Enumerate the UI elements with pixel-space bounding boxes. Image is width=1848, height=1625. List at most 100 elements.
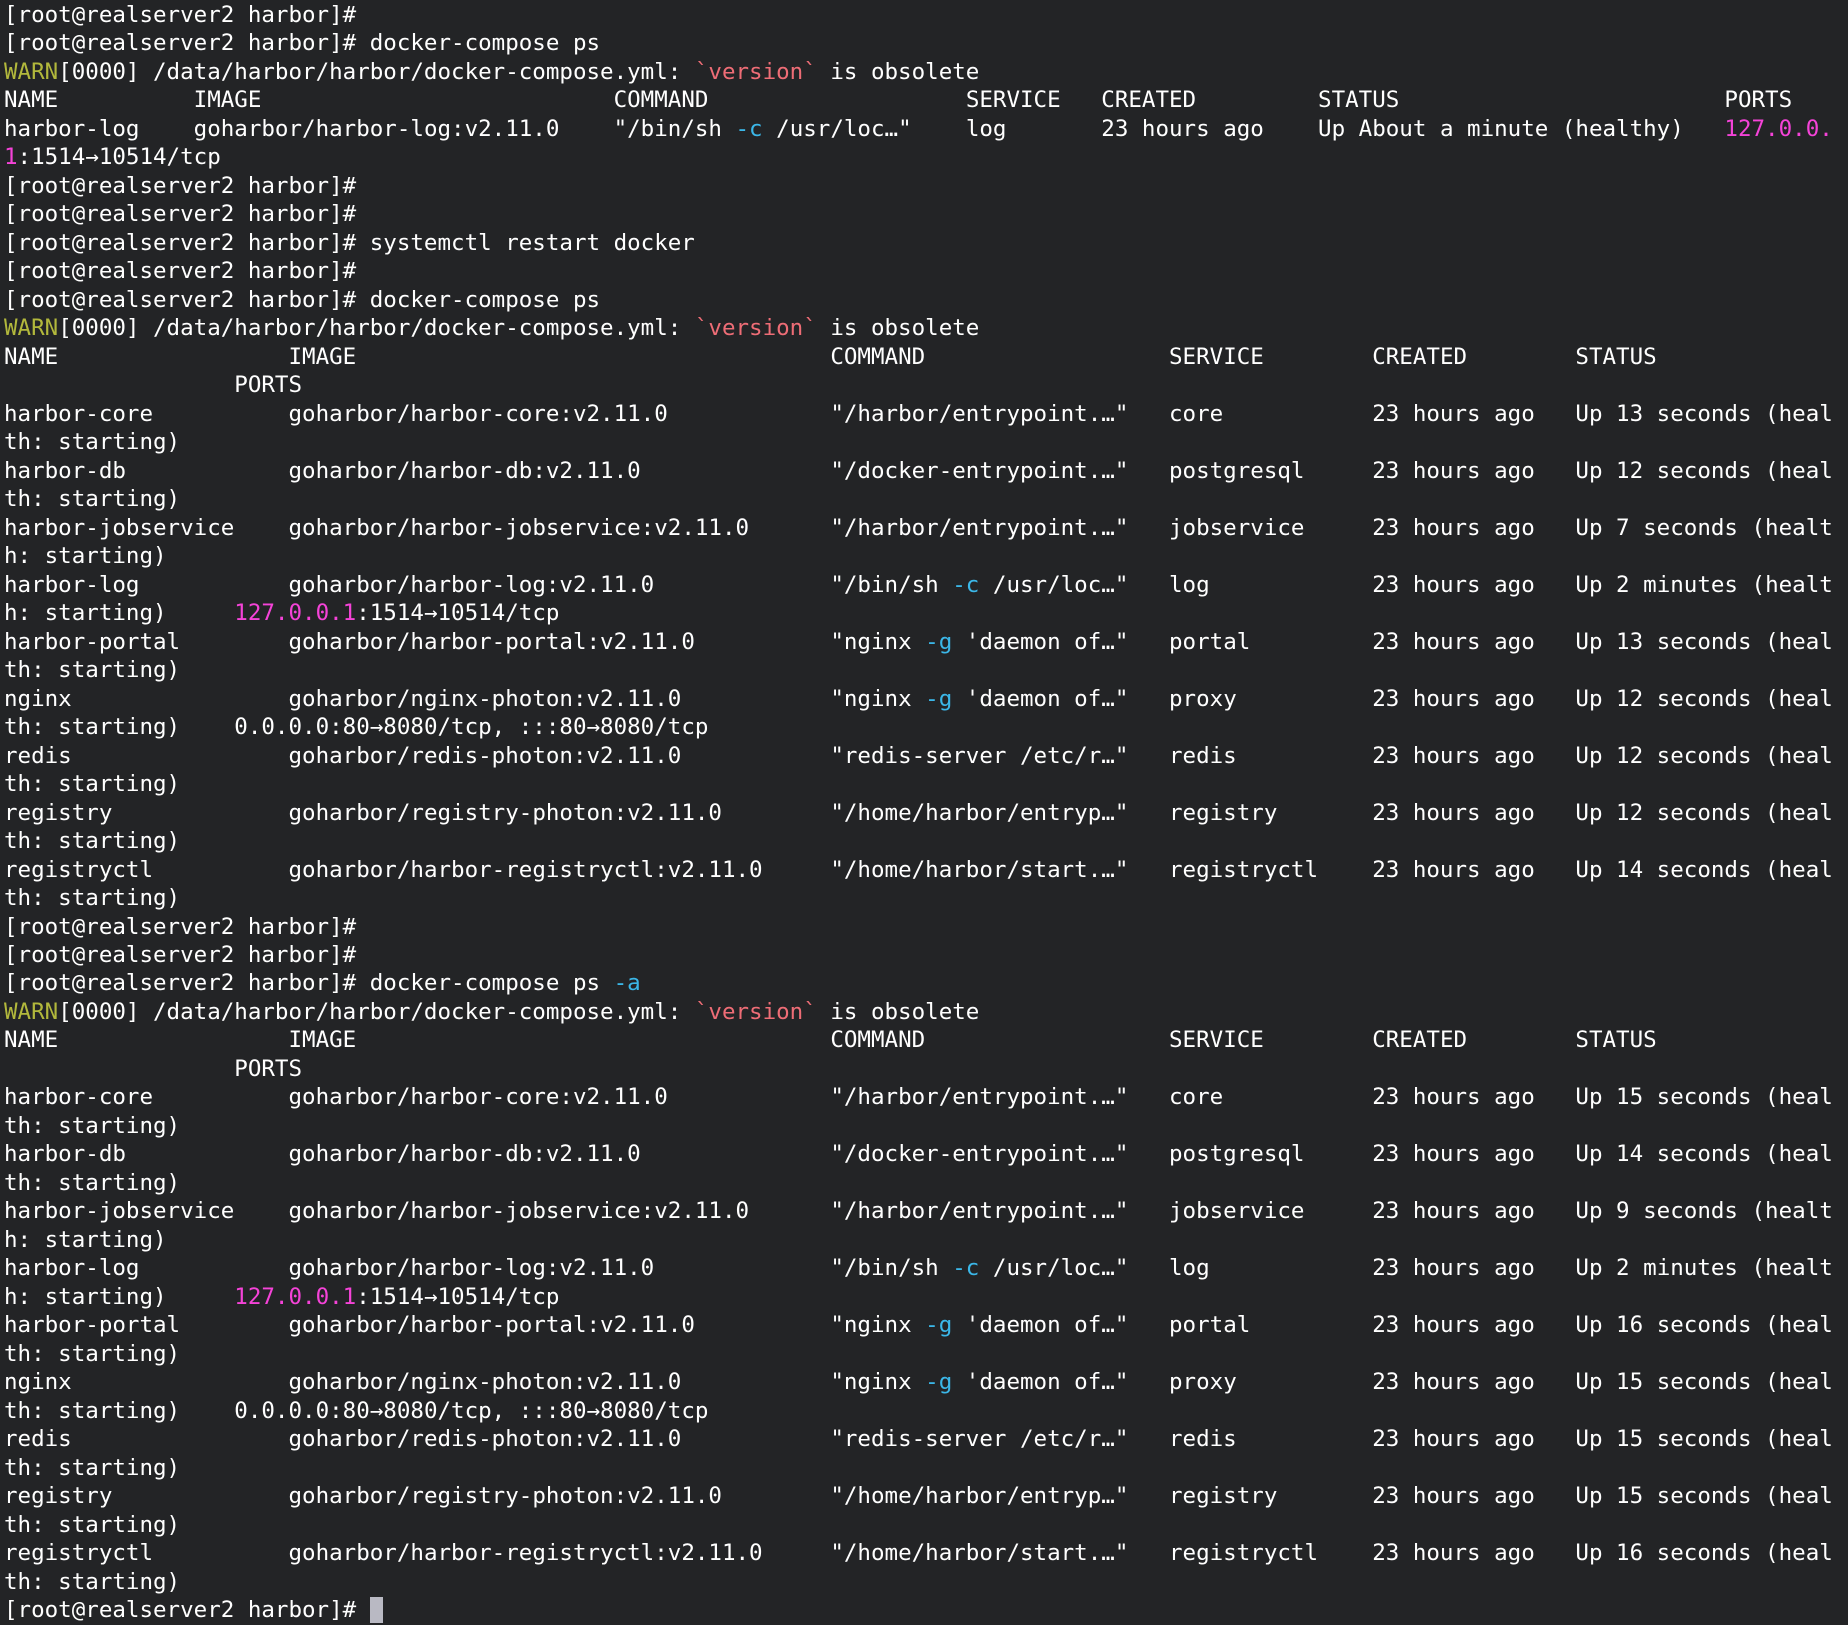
terminal-text: :1514→10514/tcp	[18, 144, 221, 170]
terminal-text: COMMAND	[614, 87, 709, 113]
terminal-text: is obsolete	[817, 999, 980, 1025]
highlighted-text: `version`	[695, 999, 817, 1025]
terminal-line: th: starting)	[4, 1568, 1848, 1596]
terminal-line: PORTS	[4, 1055, 1848, 1083]
terminal-text: Up 16 seconds (heal	[1575, 1312, 1832, 1338]
terminal-text	[1304, 1141, 1372, 1167]
terminal-line: [root@realserver2 harbor]#	[4, 941, 1848, 969]
terminal-text: 23 hours ago	[1372, 743, 1535, 769]
terminal-text: harbor-portal	[4, 1312, 180, 1338]
terminal-text	[1006, 116, 1101, 142]
highlighted-text: -g	[925, 686, 952, 712]
terminal-line: harbor-jobservice goharbor/harbor-jobser…	[4, 1197, 1848, 1225]
terminal-text: registry	[4, 1483, 112, 1509]
terminal-text: SERVICE	[1169, 1027, 1264, 1053]
terminal-text	[1128, 857, 1169, 883]
terminal-text	[708, 87, 965, 113]
terminal-text	[153, 401, 288, 427]
terminal-text	[1128, 1369, 1169, 1395]
terminal-line: nginx goharbor/nginx-photon:v2.11.0 "ngi…	[4, 685, 1848, 713]
terminal-text: Up 15 seconds (heal	[1575, 1426, 1832, 1452]
terminal-text: redis	[4, 1426, 72, 1452]
terminal-text: 23 hours ago	[1372, 1255, 1535, 1281]
highlighted-text: -g	[925, 1312, 952, 1338]
terminal-text	[1304, 458, 1372, 484]
terminal-text: [root@realserver2 harbor]#	[4, 914, 356, 940]
terminal-text	[4, 1056, 234, 1082]
terminal-line: [root@realserver2 harbor]# docker-compos…	[4, 29, 1848, 57]
highlighted-text: 127.0.0.1	[234, 600, 356, 626]
terminal-text	[1264, 344, 1372, 370]
highlighted-text: -g	[925, 629, 952, 655]
terminal-text: [0000] /data/harbor/harbor/docker-compos…	[58, 999, 695, 1025]
terminal-text	[1210, 1255, 1373, 1281]
terminal-text: core	[1169, 1084, 1223, 1110]
terminal-text	[1210, 572, 1373, 598]
terminal-text: harbor-db	[4, 1141, 126, 1167]
terminal-text	[695, 629, 830, 655]
terminal-text: th: starting)	[4, 657, 180, 683]
terminal-screen[interactable]: [root@realserver2 harbor]#[root@realserv…	[0, 0, 1848, 1625]
terminal-text	[126, 1141, 289, 1167]
terminal-text: goharbor/harbor-jobservice:v2.11.0	[288, 515, 749, 541]
terminal-text	[72, 1369, 289, 1395]
terminal-text: is obsolete	[817, 59, 980, 85]
terminal-text: "/bin/sh	[614, 116, 736, 142]
terminal-text	[167, 600, 235, 626]
highlighted-text: -a	[614, 970, 641, 996]
terminal-cursor	[370, 1597, 384, 1623]
terminal-text: Up 9 seconds (healt	[1575, 1198, 1832, 1224]
terminal-text: 23 hours ago	[1372, 572, 1535, 598]
terminal-text: harbor-log	[4, 1255, 139, 1281]
terminal-text: "/home/harbor/entryp…"	[830, 1483, 1128, 1509]
terminal-text: COMMAND	[830, 344, 925, 370]
terminal-text	[4, 372, 234, 398]
terminal-text	[1128, 686, 1169, 712]
terminal-text: 23 hours ago	[1372, 629, 1535, 655]
terminal-line: [root@realserver2 harbor]# docker-compos…	[4, 286, 1848, 314]
terminal-text: "/bin/sh	[830, 572, 952, 598]
highlighted-text: WARN	[4, 315, 58, 341]
terminal-text: SERVICE	[966, 87, 1061, 113]
terminal-text: Up 15 seconds (heal	[1575, 1369, 1832, 1395]
terminal-text: 23 hours ago	[1372, 515, 1535, 541]
terminal-text: harbor-jobservice	[4, 515, 234, 541]
terminal-text	[356, 287, 370, 313]
terminal-line: [root@realserver2 harbor]#	[4, 172, 1848, 200]
terminal-text	[234, 1198, 288, 1224]
terminal-text: registry	[1169, 800, 1277, 826]
terminal-text: h: starting)	[4, 600, 167, 626]
terminal-line: th: starting) 0.0.0.0:80→8080/tcp, :::80…	[4, 1397, 1848, 1425]
terminal-text: log	[966, 116, 1007, 142]
terminal-text: harbor-core	[4, 401, 153, 427]
terminal-text: jobservice	[1169, 515, 1304, 541]
terminal-text	[1535, 1255, 1576, 1281]
terminal-text	[356, 230, 370, 256]
terminal-text: "nginx	[830, 1312, 925, 1338]
terminal-text: goharbor/nginx-photon:v2.11.0	[288, 1369, 681, 1395]
terminal-text: h: starting)	[4, 1284, 167, 1310]
terminal-text: "/home/harbor/entryp…"	[830, 800, 1128, 826]
terminal-text	[1318, 857, 1372, 883]
terminal-text	[1196, 87, 1318, 113]
terminal-line: [root@realserver2 harbor]#	[4, 200, 1848, 228]
terminal-text: STATUS	[1575, 344, 1656, 370]
terminal-text: "redis-server /etc/r…"	[830, 1426, 1128, 1452]
terminal-text: is obsolete	[817, 315, 980, 341]
terminal-text	[180, 1398, 234, 1424]
terminal-text: nginx	[4, 1369, 72, 1395]
terminal-text: 23 hours ago	[1372, 458, 1535, 484]
terminal-text	[1128, 1141, 1169, 1167]
terminal-text	[1535, 458, 1576, 484]
terminal-line: [root@realserver2 harbor]#	[4, 1, 1848, 29]
terminal-text: th: starting)	[4, 828, 180, 854]
terminal-text: harbor-core	[4, 1084, 153, 1110]
terminal-text: th: starting)	[4, 486, 180, 512]
terminal-text: h: starting)	[4, 1227, 167, 1253]
terminal-text: Up 15 seconds (heal	[1575, 1483, 1832, 1509]
terminal-line: harbor-log goharbor/harbor-log:v2.11.0 "…	[4, 115, 1848, 143]
terminal-text: docker-compose ps	[370, 970, 614, 996]
terminal-line: th: starting)	[4, 1169, 1848, 1197]
terminal-text	[1128, 1312, 1169, 1338]
terminal-text: log	[1169, 1255, 1210, 1281]
